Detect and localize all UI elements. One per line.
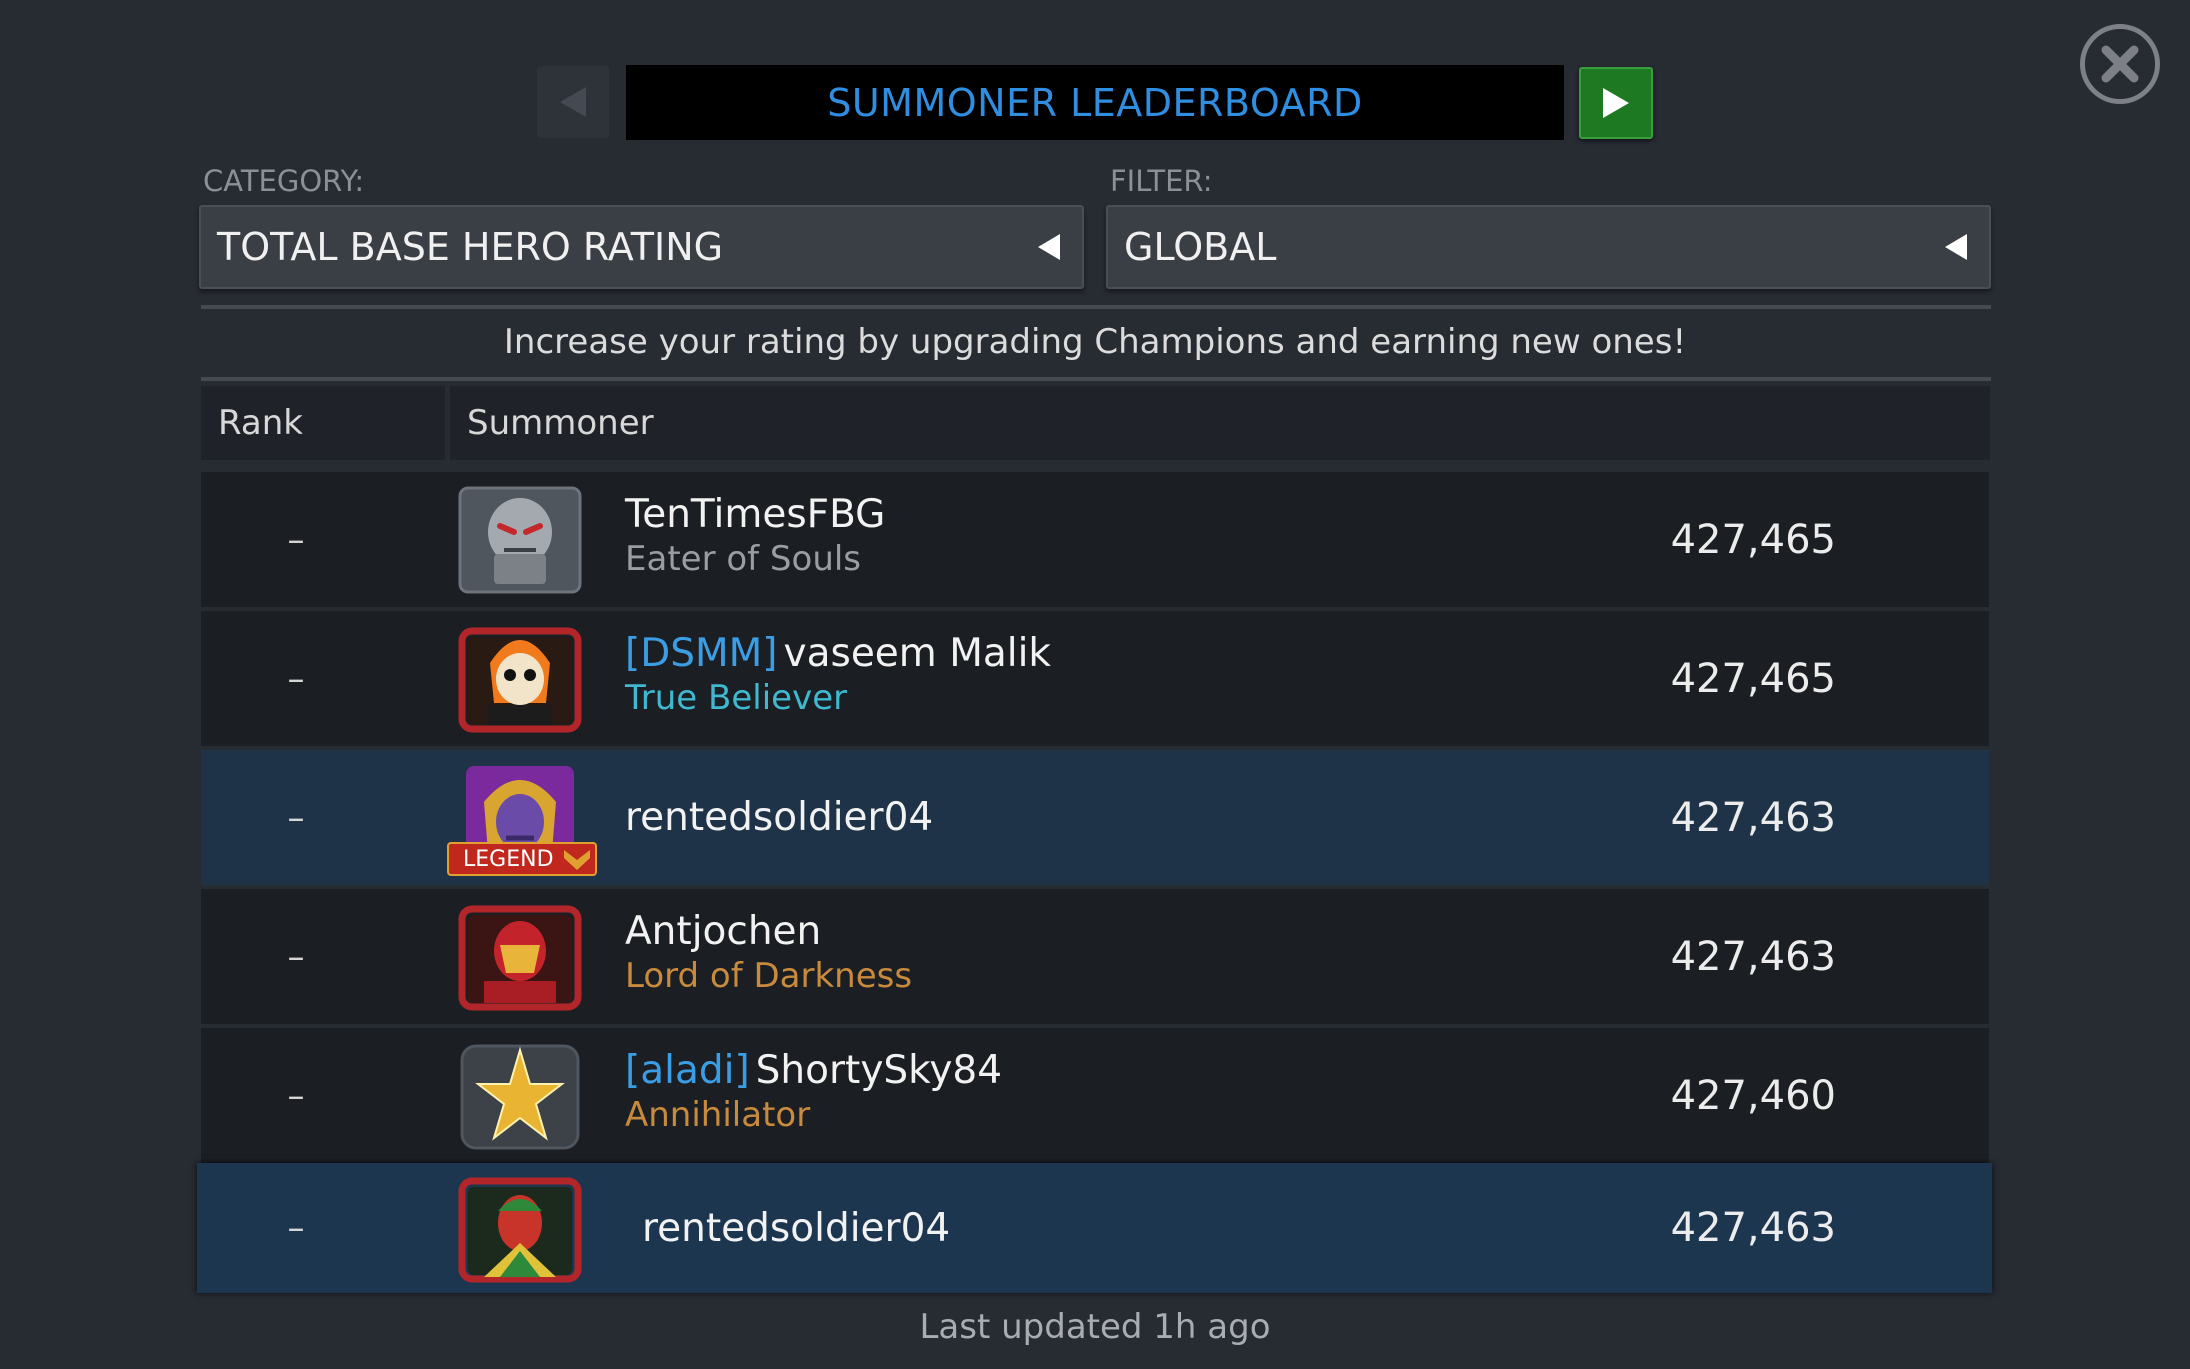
previous-leaderboard-button[interactable]	[537, 66, 609, 138]
leaderboard-row[interactable]: – TenTimesFBG Eater of Souls 427,465	[201, 472, 1989, 607]
divider	[201, 377, 1991, 381]
rank-value: –	[287, 658, 305, 699]
rank-value: –	[287, 1075, 305, 1116]
category-dropdown[interactable]: TOTAL BASE HERO RATING	[199, 205, 1084, 289]
summoner-info: rentedsoldier04	[625, 750, 933, 885]
current-user-row[interactable]: – rentedsoldier04 427,463	[197, 1163, 1992, 1293]
next-leaderboard-button[interactable]	[1579, 67, 1653, 139]
rating-value: 427,463	[1670, 1205, 1836, 1251]
caret-left-icon	[1038, 234, 1060, 260]
rating-value: 427,465	[1670, 516, 1836, 563]
filter-label: FILTER:	[1110, 164, 1213, 198]
last-updated-text: Last updated 1h ago	[919, 1307, 1271, 1347]
rating-value: 427,463	[1670, 933, 1836, 980]
summoner-info: [aladi] ShortySky84 Annihilator	[625, 1048, 1002, 1135]
rating-value: 427,463	[1670, 794, 1836, 841]
rank-value: –	[287, 1208, 305, 1248]
rating-value: 427,465	[1670, 655, 1836, 702]
category-label: CATEGORY:	[203, 164, 365, 198]
summoner-name: Antjochen	[625, 909, 822, 954]
leaderboard-row[interactable]: – [aladi] ShortySky84 Annihilator 427,460	[201, 1028, 1989, 1163]
divider	[201, 305, 1991, 309]
hint-text: Increase your rating by upgrading Champi…	[503, 322, 1687, 362]
page-title: SUMMONER LEADERBOARD	[827, 80, 1363, 125]
rating-value: 427,460	[1670, 1072, 1836, 1119]
legend-badge: LEGEND	[447, 842, 597, 876]
star-emblem-avatar-icon	[454, 1040, 586, 1152]
column-header-summoner: Summoner	[450, 386, 1990, 460]
summoner-title: True Believer	[625, 678, 848, 718]
vision-avatar-icon	[454, 1173, 586, 1285]
triangle-left-icon	[560, 87, 586, 117]
filter-dropdown[interactable]: GLOBAL	[1106, 205, 1991, 289]
summoner-name: vaseem Malik	[783, 631, 1051, 676]
triangle-right-icon	[1603, 88, 1629, 118]
leaderboard-row-current-user[interactable]: – LEGEND rentedsoldier04 427,463	[201, 750, 1989, 885]
filter-value: GLOBAL	[1124, 225, 1277, 269]
iron-man-avatar-icon	[454, 901, 586, 1013]
summoner-title: Annihilator	[625, 1095, 811, 1135]
summoner-name: ShortySky84	[755, 1048, 1003, 1093]
rank-value: –	[287, 797, 305, 838]
category-value: TOTAL BASE HERO RATING	[217, 225, 724, 269]
ghost-rider-avatar-icon	[454, 623, 586, 735]
summoner-info: TenTimesFBG Eater of Souls	[625, 492, 885, 579]
caret-left-icon	[1945, 234, 1967, 260]
leaderboard-row[interactable]: – Antjochen Lord of Darkness 427,463	[201, 889, 1989, 1024]
summoner-title: Eater of Souls	[625, 539, 862, 579]
summoner-info: [DSMM] vaseem Malik True Believer	[625, 631, 1051, 718]
summoner-info: Antjochen Lord of Darkness	[625, 909, 912, 996]
chevron-rank-icon	[563, 850, 590, 870]
summoner-name: TenTimesFBG	[625, 492, 886, 537]
alliance-tag: [aladi]	[625, 1048, 750, 1093]
leaderboard-title-bar: SUMMONER LEADERBOARD	[626, 65, 1564, 140]
rank-value: –	[287, 936, 305, 977]
leaderboard-row[interactable]: – [DSMM] vaseem Malik True Believer 427,4…	[201, 611, 1989, 746]
close-button[interactable]	[2080, 24, 2160, 104]
summoner-title: Lord of Darkness	[625, 956, 913, 996]
summoner-name: rentedsoldier04	[642, 1205, 951, 1251]
column-header-rank: Rank	[201, 386, 445, 460]
summoner-name: rentedsoldier04	[625, 795, 934, 840]
alliance-tag: [DSMM]	[625, 631, 778, 676]
summoner-info: rentedsoldier04	[642, 1163, 950, 1293]
ultron-avatar-icon	[454, 484, 586, 596]
close-icon	[2101, 45, 2139, 83]
rank-value: –	[287, 519, 305, 560]
